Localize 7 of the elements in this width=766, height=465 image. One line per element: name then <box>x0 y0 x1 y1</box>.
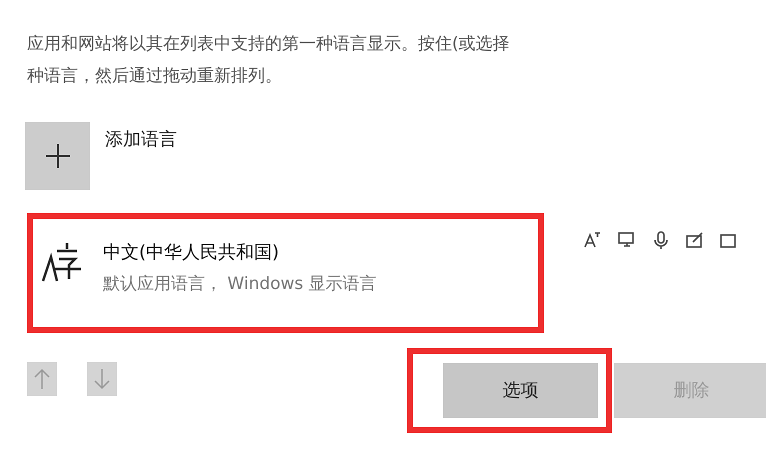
language-name: 中文(中华人民共和国) <box>103 241 280 265</box>
add-language-label[interactable]: 添加语言 <box>105 126 177 190</box>
language-item[interactable]: 中文(中华人民共和国) 默认应用语言， Windows 显示语言 <box>27 213 544 333</box>
description-text: 应用和网站将以其在列表中支持的第一种语言显示。按住(或选择 <box>27 33 510 56</box>
description-text: 种语言，然后通过拖动重新排列。 <box>27 65 283 88</box>
language-detail: 默认应用语言， Windows 显示语言 <box>103 273 377 296</box>
options-button[interactable]: 选项 <box>443 363 598 418</box>
